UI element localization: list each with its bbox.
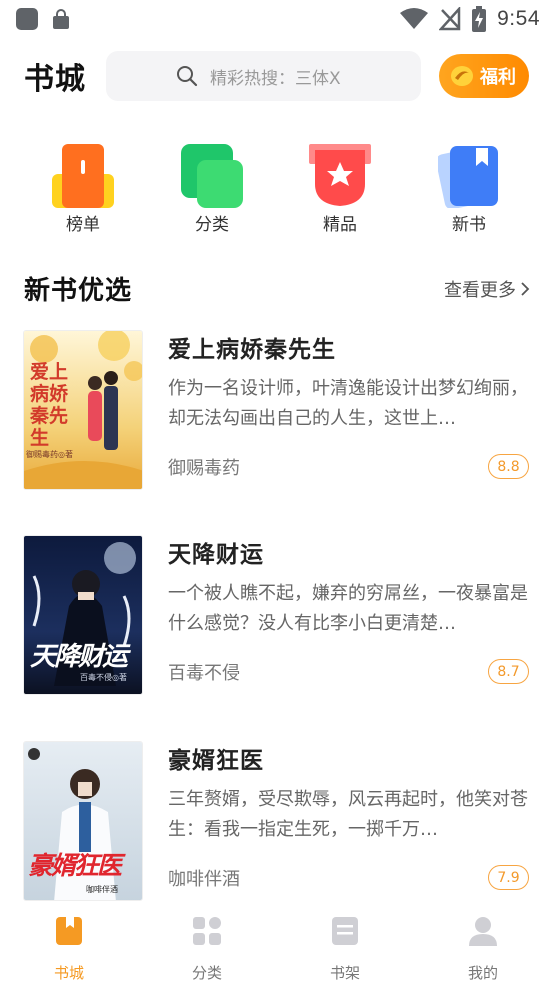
list-item[interactable]: 豪婿狂医 咖啡伴酒 豪婿狂医 三年赘婿，受尽欺辱，风云再起时，他笑对苍生：看我一…: [0, 741, 552, 911]
see-more-link[interactable]: 查看更多: [444, 276, 530, 302]
tab-label: 我的: [467, 964, 498, 982]
book-description: 三年赘婿，受尽欺辱，风云再起时，他笑对苍生：看我一指定生死，一掷千万…: [168, 789, 528, 840]
status-bar: 9:54: [0, 0, 552, 38]
tab-bookstore[interactable]: 书城: [29, 914, 109, 982]
book-title: 爱上病娇秦先生: [168, 337, 336, 363]
battery-charging-icon: [472, 6, 487, 32]
category-premium[interactable]: 精品: [299, 140, 379, 235]
cover-title-text: 豪婿狂医: [28, 851, 122, 880]
score-badge: 7.9: [488, 865, 529, 890]
tab-label: 分类: [191, 964, 222, 982]
book-cover: 天降财运 百毒不侵◎著: [23, 535, 143, 695]
cover-author-text: 咖啡伴酒: [86, 885, 118, 894]
category-classify[interactable]: 分类: [171, 140, 251, 235]
ranking-icon: [52, 144, 114, 208]
category-label: 榜单: [66, 215, 100, 235]
welfare-button[interactable]: 福利: [439, 54, 529, 98]
book-description: 作为一名设计师，叶清逸能设计出梦幻绚丽，却无法勾画出自己的人生，这世上…: [168, 378, 528, 429]
cover-title-text: 天降财运: [30, 642, 128, 672]
book-author: 御赐毒药: [168, 458, 240, 479]
category-label: 分类: [195, 215, 229, 235]
score-badge: 8.8: [488, 454, 529, 479]
cover-author-text: 百毒不侵◎著: [80, 673, 127, 682]
book-author: 咖啡伴酒: [168, 869, 240, 890]
see-more-label: 查看更多: [444, 280, 516, 301]
header: 书城 精彩热搜：三体X 福利: [0, 50, 552, 102]
welfare-label: 福利: [480, 67, 516, 88]
tab-label: 书架: [329, 964, 360, 982]
tab-category[interactable]: 分类: [167, 914, 247, 982]
category-new-book[interactable]: 新书: [428, 140, 508, 235]
tab-label: 书城: [53, 964, 84, 982]
book-author: 百毒不侵: [168, 663, 240, 684]
chevron-right-icon: [521, 282, 530, 296]
book-title: 豪婿狂医: [168, 748, 264, 774]
category-ranking[interactable]: 榜单: [42, 140, 122, 235]
book-title: 天降财运: [168, 542, 264, 568]
list-item[interactable]: 爱上病娇秦先生 御赐毒药◎著 爱上病娇秦先生 作为一名设计师，叶清逸能设计出梦幻…: [0, 330, 552, 500]
no-signal-icon: [439, 7, 461, 31]
category-row: 榜单 分类 精品 新书: [0, 140, 552, 240]
coin-icon: [451, 66, 473, 86]
category-icon: [181, 144, 243, 208]
new-book-icon: [438, 146, 498, 208]
list-item[interactable]: 天降财运 百毒不侵◎著 天降财运 一个被人瞧不起，嫌弃的穷屌丝，一夜暴富是什么感…: [0, 535, 552, 705]
score-badge: 8.7: [488, 659, 529, 684]
tab-profile[interactable]: 我的: [443, 914, 523, 982]
page-title: 书城: [24, 62, 86, 97]
section-title: 新书优选: [24, 276, 133, 306]
bookshelf-icon: [332, 917, 358, 945]
search-placeholder: 精彩热搜：三体X: [210, 68, 341, 89]
book-cover: 爱上病娇秦先生 御赐毒药◎著: [23, 330, 143, 490]
premium-icon: [309, 144, 371, 206]
lock-icon: [52, 8, 70, 30]
wifi-icon: [400, 8, 429, 29]
category-label: 新书: [452, 215, 486, 235]
bookstore-icon: [56, 917, 82, 945]
book-description: 一个被人瞧不起，嫌弃的穷屌丝，一夜暴富是什么感觉？没人有比李小白更清楚…: [168, 583, 528, 634]
tab-bookshelf[interactable]: 书架: [305, 914, 385, 982]
clock-time: 9:54: [497, 7, 540, 30]
notification-app-icon: [16, 8, 38, 30]
category-label: 精品: [323, 215, 357, 235]
book-cover: 豪婿狂医 咖啡伴酒: [23, 741, 143, 901]
search-input[interactable]: 精彩热搜：三体X: [106, 51, 421, 101]
cover-author-text: 御赐毒药◎著: [26, 450, 73, 459]
search-icon: [177, 66, 198, 87]
bottom-nav: 书城 分类 书架 我的: [0, 906, 552, 983]
user-icon: [469, 917, 497, 946]
grid-icon: [193, 917, 221, 945]
cover-title-text: 爱上病娇秦先生: [30, 361, 69, 449]
